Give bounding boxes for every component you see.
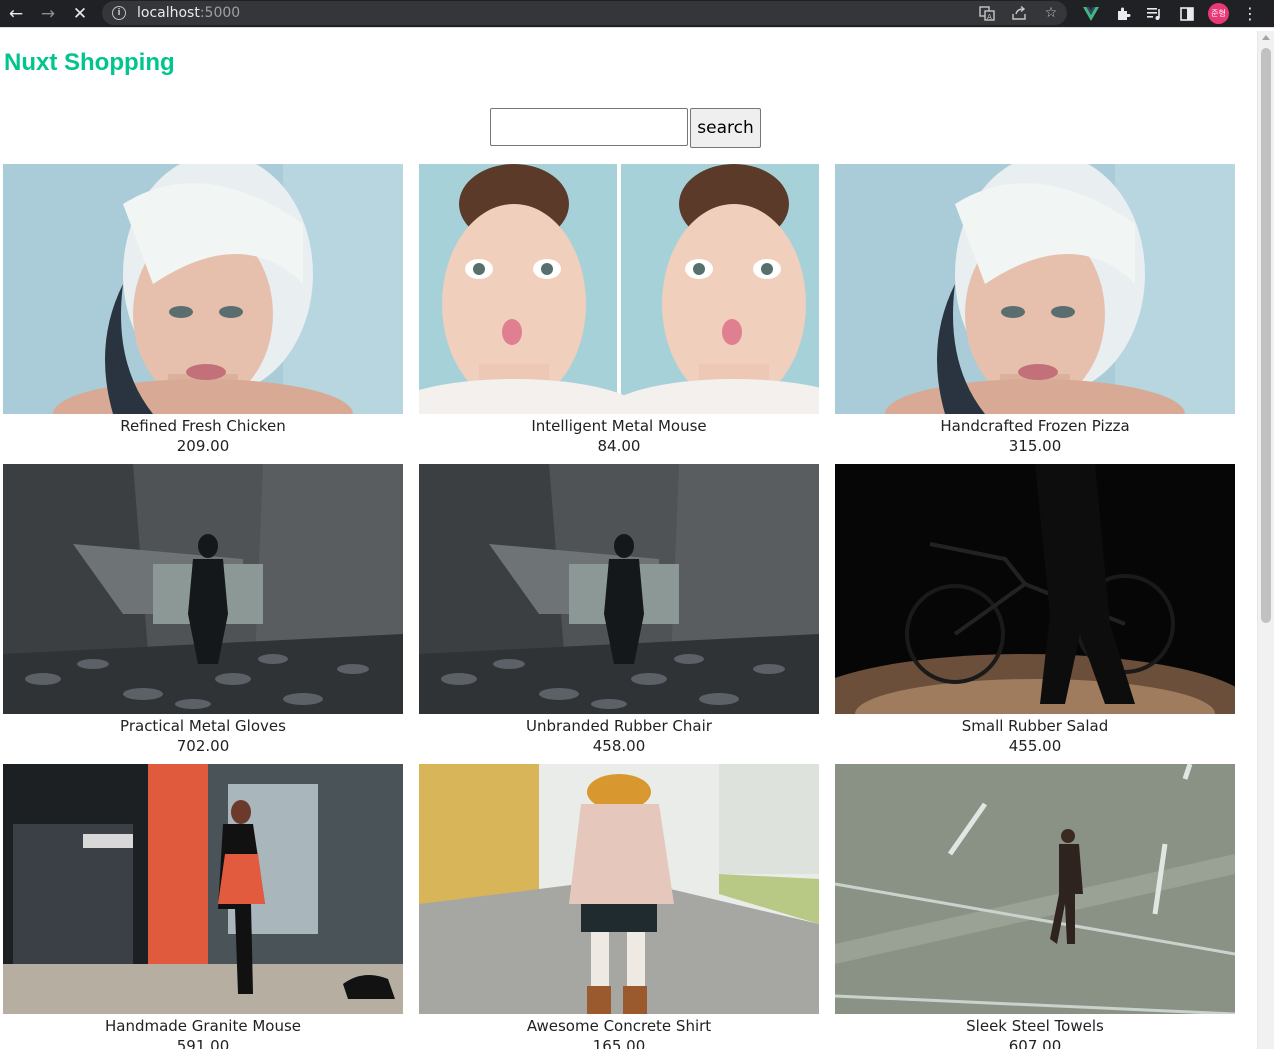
site-info-icon[interactable]: i (112, 6, 126, 20)
scrollbar-thumb[interactable] (1261, 48, 1271, 623)
search-input[interactable] (490, 108, 688, 146)
product-price: 591.00 (176, 1037, 230, 1049)
bookmark-star-icon[interactable]: ☆ (1041, 3, 1061, 23)
product-name[interactable]: Intelligent Metal Mouse (419, 416, 819, 436)
product-card[interactable]: Practical Metal Gloves 702.00 (3, 464, 403, 764)
page-viewport: Nuxt Shopping search Refined Fresh Chick… (0, 31, 1257, 1049)
product-name[interactable]: Awesome Concrete Shirt (419, 1016, 819, 1036)
product-image-portrait[interactable] (835, 164, 1235, 414)
product-name[interactable]: Handcrafted Frozen Pizza (835, 416, 1235, 436)
side-panel-icon[interactable] (1176, 3, 1198, 25)
share-icon[interactable] (1009, 3, 1029, 23)
search-button[interactable]: search (690, 108, 761, 148)
product-grid: Refined Fresh Chicken 209.00 Intelligent… (3, 164, 1235, 1049)
product-price: 455.00 (1008, 737, 1062, 755)
product-image-alley[interactable] (419, 464, 819, 714)
product-image-bicycle[interactable] (835, 464, 1235, 714)
svg-text:A: A (987, 13, 992, 21)
product-name[interactable]: Small Rubber Salad (835, 716, 1235, 736)
product-card[interactable]: Small Rubber Salad 455.00 (835, 464, 1235, 764)
product-name[interactable]: Handmade Granite Mouse (3, 1016, 403, 1036)
product-price: 458.00 (592, 737, 646, 755)
back-icon[interactable]: ← (3, 0, 29, 27)
browser-toolbar: ← → ✕ i localhost:5000 A ☆ 준형 ⋮ (0, 0, 1274, 27)
product-price: 84.00 (597, 437, 641, 455)
product-image-road-crossing[interactable] (835, 764, 1235, 1014)
product-card[interactable]: Refined Fresh Chicken 209.00 (3, 164, 403, 464)
scroll-up-arrow-icon[interactable] (1262, 35, 1270, 40)
product-name[interactable]: Practical Metal Gloves (3, 716, 403, 736)
product-image-alley[interactable] (3, 464, 403, 714)
address-url[interactable]: localhost:5000 (137, 4, 240, 22)
site-title[interactable]: Nuxt Shopping (4, 49, 175, 77)
menu-icon[interactable]: ⋮ (1240, 2, 1260, 26)
stop-loading-icon[interactable]: ✕ (67, 0, 93, 27)
url-host: localhost (137, 5, 200, 21)
product-price: 702.00 (176, 737, 230, 755)
product-card[interactable]: Handcrafted Frozen Pizza 315.00 (835, 164, 1235, 464)
translate-icon[interactable]: A (977, 3, 997, 23)
product-card[interactable]: Intelligent Metal Mouse 84.00 (419, 164, 819, 464)
product-card[interactable]: Unbranded Rubber Chair 458.00 (419, 464, 819, 764)
product-card[interactable]: Awesome Concrete Shirt 165.00 (419, 764, 819, 1049)
product-image-pink-coat[interactable] (419, 764, 819, 1014)
product-image-fish-face[interactable] (419, 164, 819, 414)
address-bar[interactable]: i localhost:5000 A ☆ (102, 1, 1067, 25)
page-scrollbar[interactable] (1257, 31, 1274, 1049)
product-price: 165.00 (592, 1037, 646, 1049)
product-image-portrait[interactable] (3, 164, 403, 414)
product-price: 607.00 (1008, 1037, 1062, 1049)
reading-list-icon[interactable] (1144, 3, 1166, 25)
extensions-icon[interactable] (1112, 3, 1134, 25)
product-price: 209.00 (176, 437, 230, 455)
product-image-street-dog[interactable] (3, 764, 403, 1014)
forward-icon[interactable]: → (35, 0, 61, 27)
product-card[interactable]: Handmade Granite Mouse 591.00 (3, 764, 403, 1049)
product-price: 315.00 (1008, 437, 1062, 455)
profile-avatar[interactable]: 준형 (1208, 3, 1229, 24)
product-name[interactable]: Refined Fresh Chicken (3, 416, 403, 436)
product-card[interactable]: Sleek Steel Towels 607.00 (835, 764, 1235, 1049)
vue-devtools-icon[interactable] (1080, 3, 1102, 25)
url-port: :5000 (199, 5, 241, 21)
product-name[interactable]: Sleek Steel Towels (835, 1016, 1235, 1036)
product-name[interactable]: Unbranded Rubber Chair (419, 716, 819, 736)
